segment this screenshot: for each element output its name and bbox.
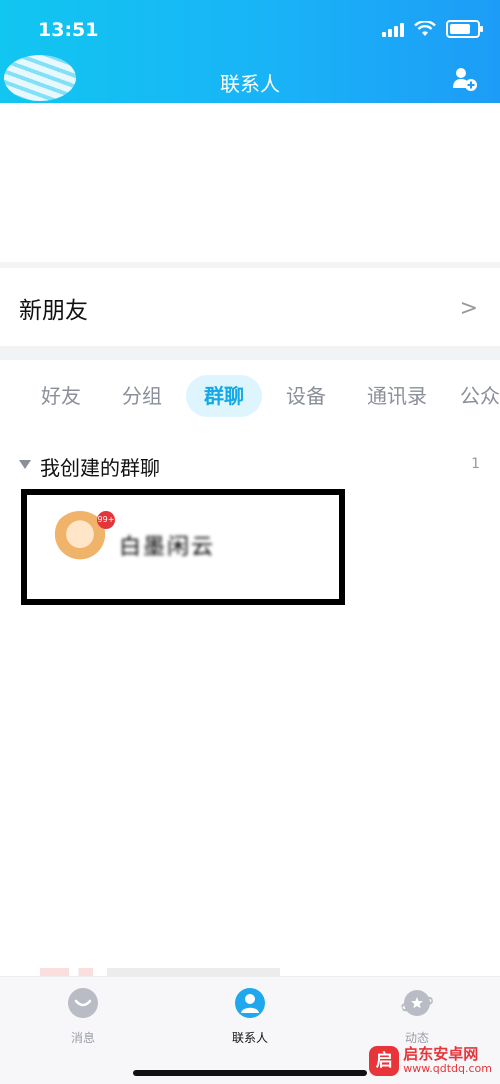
tab-address-book[interactable]: 通讯录 (358, 375, 436, 417)
tab-group-chats[interactable]: 群聊 (186, 375, 262, 417)
message-icon (68, 988, 98, 1018)
wifi-icon (414, 21, 436, 36)
section-divider (0, 346, 500, 360)
partially-hidden-row (40, 968, 280, 976)
new-friends-label: 新朋友 (19, 298, 88, 324)
watermark-url: www.qdtdq.com (403, 1062, 492, 1076)
tabbar-contacts-label: 联系人 (231, 1031, 268, 1045)
tab-official-accounts[interactable]: 公众 (460, 375, 500, 417)
status-icons (382, 20, 483, 38)
battery-icon (446, 20, 483, 38)
tabbar-messages-label: 消息 (70, 1031, 95, 1045)
header-bar: 13:51 联系人 (0, 0, 500, 103)
home-indicator[interactable] (133, 1070, 367, 1076)
watermark-logo: 启 (369, 1046, 400, 1076)
contact-tabs: 好友 分组 群聊 设备 通讯录 公众 (0, 375, 500, 421)
group-section-title: 我创建的群聊 (40, 456, 160, 480)
divider (0, 262, 500, 268)
new-friends-row[interactable]: 新朋友 > (0, 270, 500, 346)
group-section-header[interactable]: 我创建的群聊 1 (0, 450, 500, 484)
group-name: 白墨闲云 (119, 535, 216, 560)
tab-friends[interactable]: 好友 (32, 375, 90, 417)
group-chat-item[interactable]: 99+ 白墨闲云 (21, 489, 345, 605)
planet-icon (400, 990, 434, 1016)
blank-area (0, 103, 500, 263)
watermark-site-name: 启东安卓网 (403, 1045, 479, 1064)
status-time: 13:51 (38, 19, 99, 41)
group-avatar: 99+ (51, 511, 115, 569)
tabbar-moments[interactable]: 动态 (367, 987, 467, 1046)
chevron-right-icon: > (459, 295, 478, 321)
group-section-count: 1 (471, 456, 480, 472)
tabbar-contacts[interactable]: 联系人 (200, 987, 300, 1046)
triangle-down-icon (19, 460, 31, 469)
tab-groups[interactable]: 分组 (113, 375, 171, 417)
contacts-icon (235, 988, 265, 1018)
watermark: 启 启东安卓网 www.qdtdq.com (369, 1046, 492, 1076)
tab-devices[interactable]: 设备 (277, 375, 335, 417)
add-contact-icon[interactable] (452, 66, 478, 92)
tabbar-moments-label: 动态 (404, 1031, 429, 1045)
unread-badge: 99+ (97, 511, 115, 529)
tabbar-messages[interactable]: 消息 (33, 987, 133, 1046)
signal-icon (382, 21, 404, 37)
page-title: 联系人 (220, 72, 280, 96)
